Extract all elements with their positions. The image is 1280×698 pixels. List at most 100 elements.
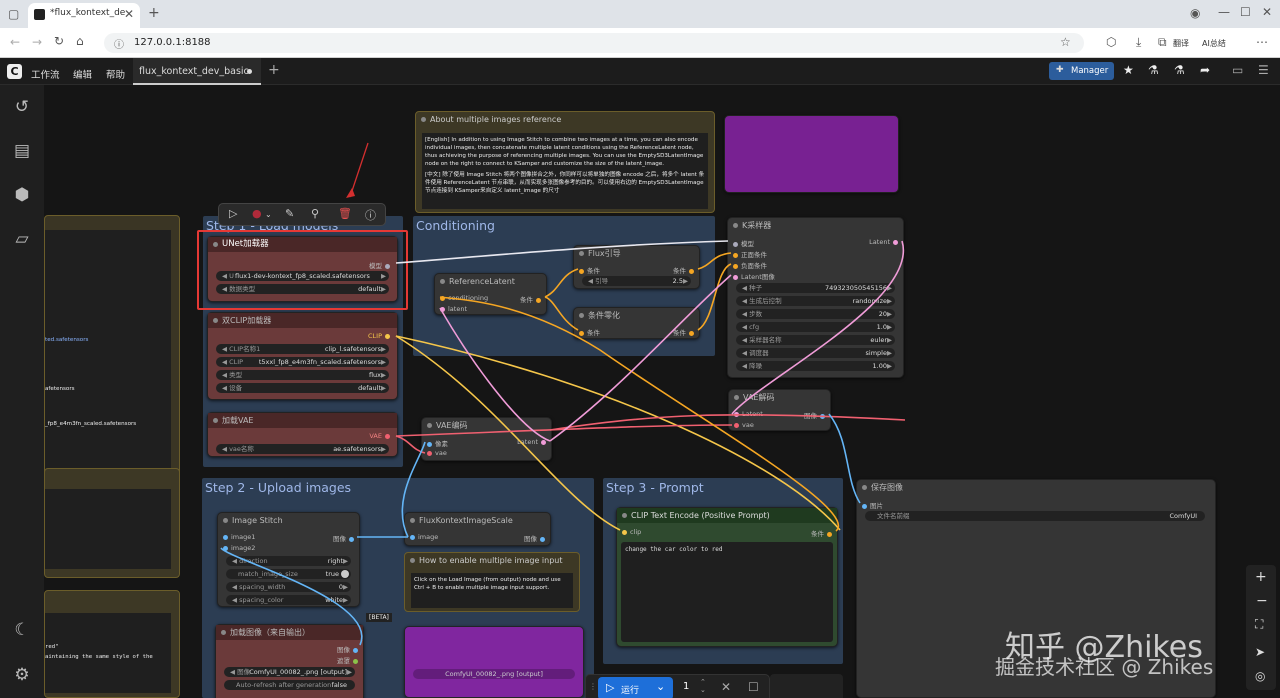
- reload-icon[interactable]: ↻: [54, 34, 64, 48]
- node-image-stitch[interactable]: Image Stitch image1 image2 图像 ◀ directio…: [217, 512, 360, 607]
- zero-out[interactable]: 条件: [673, 327, 697, 337]
- manager-button[interactable]: ✚ Manager: [1049, 62, 1114, 80]
- ks-widget-scheduler[interactable]: ◀ 调度器 simple ▶: [736, 348, 895, 358]
- model-library-icon[interactable]: ⬢: [12, 185, 32, 205]
- ks-widget-sampler[interactable]: ◀ 采样器名称 euler ▶: [736, 335, 895, 345]
- node-ksampler[interactable]: K采样器 模型 正面条件 负面条件 Latent图像 Latent ◀ 种子 74…: [727, 217, 904, 378]
- pin-icon[interactable]: ⚲: [311, 207, 319, 220]
- help-icon[interactable]: ⓘ: [365, 207, 376, 223]
- extensions-icon[interactable]: ⬡: [1106, 35, 1116, 49]
- node-vae-decode[interactable]: VAE解码 Latent vae 图像: [728, 389, 831, 431]
- clip-widget-1[interactable]: ◀ CLIP名称1 clip_l.safetensors ▶: [216, 344, 389, 354]
- cancel-run-icon[interactable]: ✕: [721, 680, 731, 694]
- vaedec-in-vae[interactable]: vae: [731, 421, 754, 429]
- ks-widget-denoise[interactable]: ◀ 降噪 1.00 ▶: [736, 361, 895, 371]
- chevron-down-icon[interactable]: ⌄: [265, 210, 272, 219]
- node-flux-guidance[interactable]: Flux引导 条件 条件 ◀ 引导 2.5 ▶: [573, 245, 700, 289]
- node-load-image-output[interactable]: 加载图像（来自输出） 图像 遮罩 ◀ 图像 ComfyUI_00082_.png …: [215, 624, 364, 698]
- clip-widget-2[interactable]: ◀ CLIP t5xxl_fp8_e4m3fn_scaled.safetensor…: [216, 357, 389, 367]
- share-icon[interactable]: ➦: [1200, 63, 1210, 77]
- ks-widget-steps[interactable]: ◀ 步数 20 ▶: [736, 309, 895, 319]
- delete-trash-icon[interactable]: 🗑: [338, 207, 352, 220]
- bypassed-node-bottom[interactable]: ComfyUI_00082_.png [output]: [404, 626, 584, 698]
- stitch-widget-spacing-color[interactable]: ◀ spacing_color white ▶: [226, 595, 351, 605]
- node-conditioning-zero[interactable]: 条件零化 条件 条件: [573, 307, 700, 339]
- bookmark-star-icon[interactable]: ☆: [1060, 35, 1071, 49]
- zero-in[interactable]: 条件: [576, 327, 600, 337]
- workflows-folder-icon[interactable]: ▱: [12, 229, 32, 249]
- theme-toggle-icon[interactable]: ☾: [12, 620, 32, 640]
- eyedropper-icon[interactable]: ✎: [285, 207, 294, 220]
- forward-icon[interactable]: →: [32, 35, 42, 49]
- node-flux-kontext-image-scale[interactable]: FluxKontextImageScale image 图像: [404, 512, 551, 546]
- zoom-out-icon[interactable]: −: [1256, 593, 1268, 609]
- vaeenc-in-pixels[interactable]: 像素: [424, 438, 448, 448]
- ks-in-negative[interactable]: 负面条件: [730, 260, 767, 270]
- cliptext-out[interactable]: 条件: [811, 528, 835, 538]
- run-button[interactable]: ▷ 运行 ⌄: [598, 677, 673, 698]
- scale-in[interactable]: image: [407, 533, 438, 541]
- scale-out[interactable]: 图像: [524, 533, 548, 543]
- drag-handle-icon[interactable]: ⋮: [589, 682, 597, 691]
- stitch-in-image1[interactable]: image1: [220, 533, 255, 541]
- run-dropdown-icon[interactable]: ⌄: [656, 680, 665, 693]
- group-step3-title[interactable]: Step 3 - Prompt: [606, 480, 704, 495]
- new-tab-icon[interactable]: +: [148, 5, 160, 21]
- download-icon[interactable]: ⤓: [1136, 35, 1141, 50]
- refl-in-conditioning[interactable]: conditioning: [437, 294, 488, 302]
- url-field[interactable]: ⓘ 127.0.0.1:8188 ☆: [104, 33, 1084, 53]
- refl-in-latent[interactable]: latent: [437, 305, 467, 313]
- ks-in-positive[interactable]: 正面条件: [730, 249, 767, 259]
- toggle-links-icon[interactable]: ◎: [1255, 669, 1265, 683]
- settings-gear-icon[interactable]: ⚙: [12, 665, 32, 685]
- queue-list-icon[interactable]: ▤: [12, 141, 32, 161]
- menu-help[interactable]: 帮助: [106, 67, 125, 81]
- window-close-icon[interactable]: ✕: [1262, 5, 1272, 19]
- comfy-logo-icon[interactable]: C: [7, 64, 22, 79]
- node-clip-text-encode[interactable]: CLIP Text Encode (Positive Prompt) clip …: [616, 507, 838, 647]
- workflow-tab[interactable]: flux_kontext_dev_basic: [133, 58, 261, 85]
- flux-in[interactable]: 条件: [576, 265, 600, 275]
- vae-out-pin[interactable]: VAE: [369, 432, 393, 440]
- ks-widget-control[interactable]: ◀ 生成后控制 randomize ▶: [736, 296, 895, 306]
- vaeenc-out[interactable]: Latent: [517, 438, 549, 446]
- beaker-icon[interactable]: ⚗: [1148, 63, 1159, 77]
- ks-in-latent[interactable]: Latent图像: [730, 271, 775, 281]
- vae-widget-name[interactable]: ◀ vae名称 ae.safetensors ▶: [216, 444, 389, 454]
- hamburger-icon[interactable]: ☰: [1258, 63, 1269, 77]
- menu-workflow[interactable]: 工作流: [31, 67, 60, 81]
- translate-icon[interactable]: ⧉: [1158, 35, 1167, 50]
- vaedec-out[interactable]: 图像: [804, 410, 828, 420]
- menu-edit[interactable]: 编辑: [73, 67, 92, 81]
- note-about-multiple-images[interactable]: About multiple images reference [English…: [415, 111, 715, 213]
- zoom-in-icon[interactable]: +: [1255, 569, 1267, 585]
- note-how-to-enable[interactable]: How to enable multiple image input Click…: [404, 552, 580, 612]
- clip-widget-4[interactable]: ◀ 设备 default ▶: [216, 383, 389, 393]
- ai-summary-label[interactable]: AI总结: [1202, 38, 1226, 49]
- flux-widget-guidance[interactable]: ◀ 引导 2.5 ▶: [582, 276, 691, 286]
- back-icon[interactable]: ←: [10, 35, 20, 49]
- add-workflow-icon[interactable]: +: [268, 62, 280, 78]
- browser-tab[interactable]: *flux_kontext_de ✕: [28, 3, 140, 28]
- pointer-mode-icon[interactable]: ➤: [1255, 645, 1265, 659]
- home-icon[interactable]: ⌂: [76, 34, 84, 48]
- bypassed-node-top[interactable]: [724, 115, 899, 193]
- star-icon[interactable]: ★: [1123, 63, 1134, 77]
- refl-out[interactable]: 条件: [520, 294, 544, 304]
- cliptext-in-clip[interactable]: clip: [619, 528, 641, 536]
- fit-view-icon[interactable]: ⛶: [1255, 617, 1263, 632]
- play-icon[interactable]: ▷: [229, 207, 237, 220]
- ks-in-model[interactable]: 模型: [730, 238, 754, 248]
- loadimg-out-image[interactable]: 图像: [337, 644, 361, 654]
- minimize-icon[interactable]: —: [1218, 5, 1230, 19]
- group-step2-title[interactable]: Step 2 - Upload images: [205, 480, 351, 495]
- site-info-icon[interactable]: ⓘ: [114, 36, 124, 51]
- clip-widget-3[interactable]: ◀ 类型 flux ▶: [216, 370, 389, 380]
- save-in-images[interactable]: 图片: [859, 500, 883, 510]
- node-dual-clip-loader[interactable]: 双CLIP加载器 CLIP ◀ CLIP名称1 clip_l.safetensor…: [207, 312, 398, 400]
- prompt-textarea[interactable]: change the car color to red: [621, 542, 833, 642]
- node-reference-latent[interactable]: ReferenceLatent conditioning latent 条件: [434, 273, 547, 315]
- ks-widget-seed[interactable]: ◀ 种子 749323050545156 ▶: [736, 283, 895, 293]
- panel-toggle-icon[interactable]: ▭: [1232, 63, 1243, 77]
- translate-label[interactable]: 翻译: [1173, 38, 1189, 49]
